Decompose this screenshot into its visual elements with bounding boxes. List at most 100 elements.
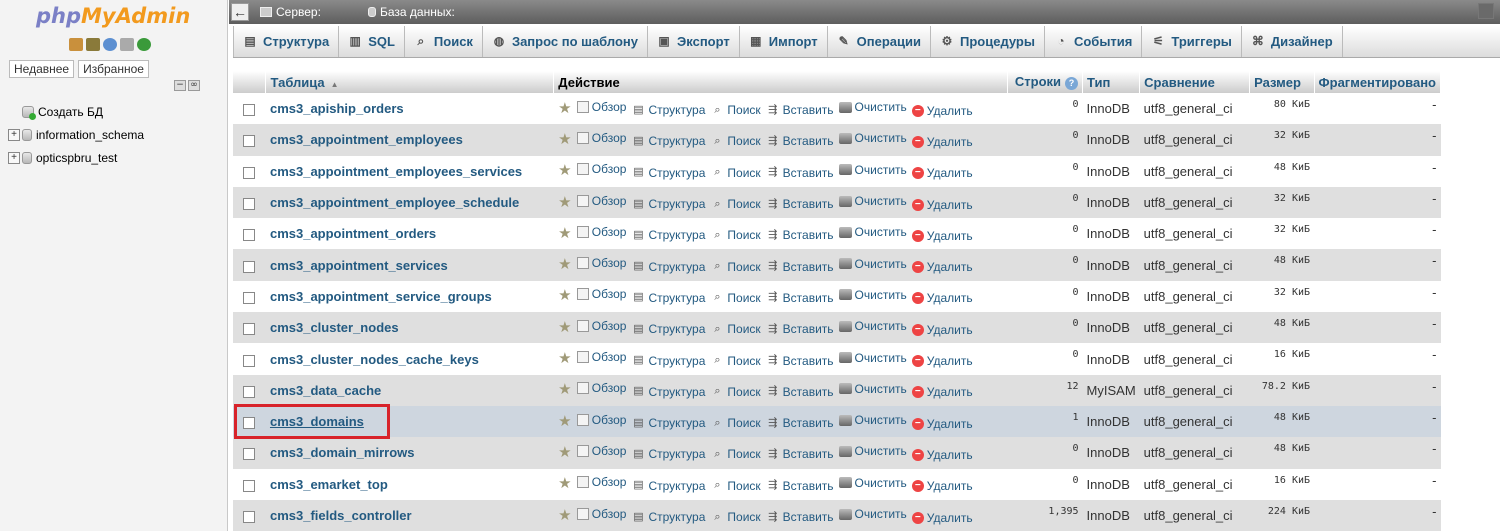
table-name-link[interactable]: cms3_appointment_orders [265, 218, 554, 250]
favorite-action[interactable]: ★ [558, 132, 572, 147]
insert-action[interactable]: ⇶ Вставить [766, 354, 833, 368]
row-checkbox[interactable] [243, 385, 256, 398]
empty-action[interactable]: Очистить [838, 100, 907, 114]
header-table[interactable]: Таблица ▲ [265, 71, 555, 93]
drop-action[interactable]: − Удалить [911, 323, 973, 337]
collation[interactable]: utf8_general_ci [1139, 468, 1250, 500]
search-action[interactable]: ⌕ Поиск [710, 479, 760, 493]
back-arrow-icon[interactable]: ← [231, 3, 249, 21]
insert-action[interactable]: ⇶ Вставить [766, 134, 833, 148]
tab-search[interactable]: ⌕ Поиск [405, 26, 483, 57]
row-checkbox[interactable] [243, 354, 256, 367]
search-action[interactable]: ⌕ Поиск [710, 228, 760, 242]
collation[interactable]: utf8_general_ci [1139, 405, 1250, 438]
tab-designer[interactable]: ⌘ Дизайнер [1242, 26, 1343, 57]
table-size[interactable]: 48 КиБ [1249, 155, 1315, 187]
empty-action[interactable]: Очистить [838, 225, 907, 239]
tree-item[interactable]: + information_schema [8, 123, 144, 146]
structure-action[interactable]: ▤ Структура [631, 260, 705, 274]
table-size[interactable]: 16 КиБ [1249, 343, 1315, 375]
search-action[interactable]: ⌕ Поиск [710, 354, 760, 368]
browse-action[interactable]: Обзор [576, 413, 626, 427]
insert-action[interactable]: ⇶ Вставить [766, 479, 833, 493]
structure-action[interactable]: ▤ Структура [631, 166, 705, 180]
browse-action[interactable]: Обзор [576, 100, 626, 114]
search-action[interactable]: ⌕ Поиск [710, 260, 760, 274]
browse-action[interactable]: Обзор [576, 287, 626, 301]
favorite-action[interactable]: ★ [558, 163, 572, 178]
search-action[interactable]: ⌕ Поиск [710, 197, 760, 211]
empty-action[interactable]: Очистить [838, 288, 907, 302]
collation[interactable]: utf8_general_ci [1139, 312, 1250, 344]
insert-action[interactable]: ⇶ Вставить [766, 103, 833, 117]
structure-action[interactable]: ▤ Структура [631, 447, 705, 461]
header-type[interactable]: Тип [1082, 71, 1141, 93]
table-name-link[interactable]: cms3_cluster_nodes [265, 312, 554, 344]
drop-action[interactable]: − Удалить [911, 479, 973, 493]
expand-icon[interactable]: + [8, 128, 20, 141]
table-row[interactable]: cms3_appointment_employees_services ★ Обзо… [233, 155, 1441, 187]
collation[interactable]: utf8_general_ci [1139, 218, 1250, 250]
table-size[interactable]: 32 КиБ [1249, 124, 1315, 156]
link-with-main-icon[interactable]: ∞ [188, 80, 200, 91]
maximize-icon[interactable] [1478, 3, 1494, 19]
row-checkbox[interactable] [243, 511, 256, 523]
table-row[interactable]: cms3_appointment_employees ★ Обзор ▤ Структу… [233, 124, 1441, 156]
table-size[interactable]: 48 КиБ [1249, 437, 1315, 469]
browse-action[interactable]: Обзор [576, 475, 626, 489]
collation[interactable]: utf8_general_ci [1139, 186, 1250, 219]
browse-action[interactable]: Обзор [576, 444, 626, 458]
header-collation[interactable]: Сравнение [1139, 71, 1251, 93]
favorite-action[interactable]: ★ [558, 195, 572, 210]
browse-action[interactable]: Обзор [576, 194, 626, 208]
table-size[interactable]: 16 КиБ [1249, 468, 1315, 500]
table-name-link[interactable]: cms3_cluster_nodes_cache_keys [265, 343, 554, 375]
row-checkbox[interactable] [243, 479, 256, 492]
table-name-link[interactable]: cms3_emarket_top [265, 468, 554, 500]
table-name-link[interactable]: cms3_apiship_orders [265, 93, 554, 125]
reload-icon[interactable] [137, 38, 151, 51]
header-rows[interactable]: Строки? [1007, 71, 1084, 93]
table-size[interactable]: 32 КиБ [1249, 186, 1315, 219]
search-action[interactable]: ⌕ Поиск [710, 103, 760, 117]
table-size[interactable]: 32 КиБ [1249, 280, 1315, 313]
tab-triggers[interactable]: ⚟ Триггеры [1142, 26, 1242, 57]
collation[interactable]: utf8_general_ci [1139, 280, 1250, 313]
structure-action[interactable]: ▤ Структура [631, 134, 705, 148]
collation[interactable]: utf8_general_ci [1139, 374, 1250, 406]
browse-action[interactable]: Обзор [576, 381, 626, 395]
empty-action[interactable]: Очистить [838, 413, 907, 427]
structure-action[interactable]: ▤ Структура [631, 354, 705, 368]
empty-action[interactable]: Очистить [838, 444, 907, 458]
insert-action[interactable]: ⇶ Вставить [766, 260, 833, 274]
header-size[interactable]: Размер [1249, 71, 1315, 93]
browse-action[interactable]: Обзор [576, 131, 626, 145]
search-action[interactable]: ⌕ Поиск [710, 385, 760, 399]
row-checkbox[interactable] [243, 323, 256, 336]
drop-action[interactable]: − Удалить [911, 385, 973, 399]
tree-item-label[interactable]: opticspbru_test [36, 151, 117, 165]
insert-action[interactable]: ⇶ Вставить [766, 291, 833, 305]
table-size[interactable]: 48 КиБ [1249, 405, 1315, 438]
tree-item-label[interactable]: information_schema [36, 128, 144, 142]
drop-action[interactable]: − Удалить [911, 417, 973, 431]
row-checkbox[interactable] [243, 448, 256, 461]
breadcrumb-database[interactable]: База данных: [368, 5, 455, 19]
tab-routines[interactable]: ⚙ Процедуры [931, 26, 1045, 57]
insert-action[interactable]: ⇶ Вставить [766, 510, 833, 524]
collation[interactable]: utf8_general_ci [1139, 499, 1250, 531]
table-row[interactable]: cms3_appointment_services ★ Обзор ▤ Структур… [233, 249, 1441, 281]
row-checkbox[interactable] [243, 198, 256, 211]
table-size[interactable]: 80 КиБ [1249, 93, 1315, 125]
structure-action[interactable]: ▤ Структура [631, 479, 705, 493]
table-row[interactable]: cms3_appointment_service_groups ★ Обзор ▤ Ст… [233, 280, 1441, 313]
drop-action[interactable]: − Удалить [911, 260, 973, 274]
browse-action[interactable]: Обзор [576, 319, 626, 333]
expand-icon[interactable]: + [8, 151, 20, 164]
drop-action[interactable]: − Удалить [911, 511, 973, 525]
search-action[interactable]: ⌕ Поиск [710, 416, 760, 430]
tab-sql[interactable]: ▥ SQL [339, 26, 405, 57]
table-row[interactable]: cms3_data_cache ★ Обзор ▤ Структура ⌕ Поиск ⇶ Вс… [233, 374, 1441, 406]
table-name-link[interactable]: cms3_appointment_employee_schedule [265, 186, 554, 219]
favorite-action[interactable]: ★ [558, 508, 572, 523]
